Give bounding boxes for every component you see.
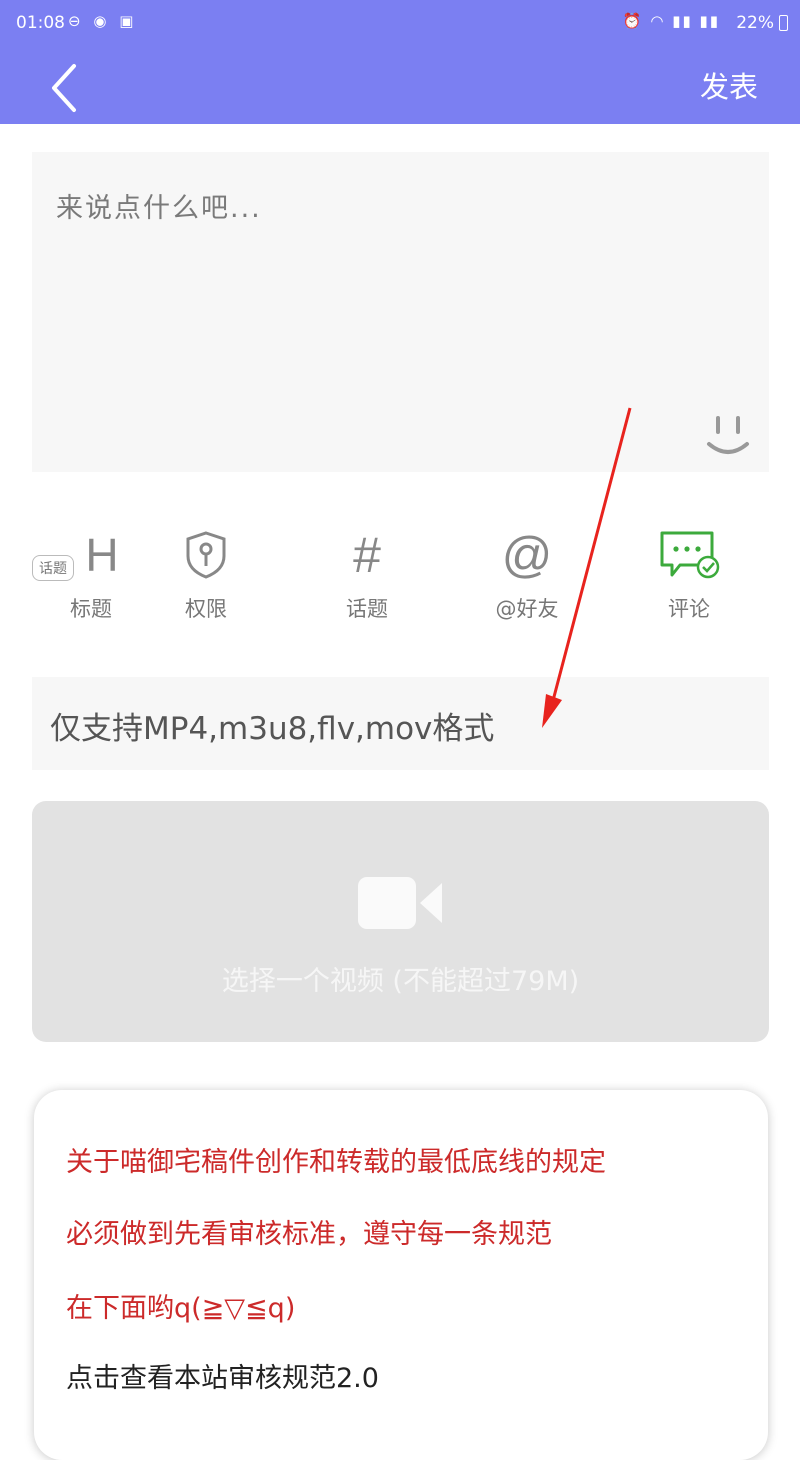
permission-label: 权限 bbox=[185, 597, 227, 621]
permission-button[interactable]: 权限 bbox=[151, 525, 261, 625]
comment-icon bbox=[660, 531, 720, 579]
topic-label: 话题 bbox=[346, 597, 388, 621]
topic-tag-badge: 话题 bbox=[32, 555, 74, 581]
smiley-icon bbox=[707, 416, 749, 454]
battery-icon bbox=[779, 15, 788, 31]
notice-card: 关于喵御宅稿件创作和转载的最低底线的规定 必须做到先看审核标准，遵守每一条规范 … bbox=[34, 1090, 768, 1460]
video-select-label: 选择一个视频 (不能超过79M) bbox=[221, 966, 580, 997]
chevron-left-icon bbox=[52, 64, 76, 112]
notice-line: 关于喵御宅稿件创作和转载的最低底线的规定 bbox=[66, 1147, 606, 1178]
notice-line: 在下面哟q(≧▽≦q) bbox=[66, 1293, 296, 1324]
notification-icons: ⊖ ◉ ▣ bbox=[68, 12, 138, 30]
battery-level: 22% bbox=[736, 13, 774, 33]
back-button[interactable] bbox=[44, 56, 94, 116]
topic-button[interactable]: # 话题 bbox=[312, 525, 422, 625]
video-select-button[interactable]: 选择一个视频 (不能超过79M) bbox=[32, 801, 769, 1042]
status-bar: 01:08 ⊖ ◉ ▣ ⏰ ◠ ▮▮ ▮▮ 22% bbox=[0, 0, 800, 48]
emoji-button[interactable] bbox=[705, 410, 751, 460]
mention-friend-button[interactable]: @ @好友 bbox=[472, 525, 582, 625]
title-label: 标题 bbox=[70, 597, 112, 621]
format-note-text: 仅支持MP4,m3u8,flv,mov格式 bbox=[50, 711, 495, 747]
app-header: 发表 bbox=[0, 48, 800, 124]
compose-toolbar: H 标题 权限 # 话题 @ @好友 评论 bbox=[0, 525, 800, 625]
mention-label: @好友 bbox=[495, 597, 559, 621]
signal-icons: ⏰ ◠ ▮▮ ▮▮ bbox=[622, 12, 720, 30]
notice-line: 必须做到先看审核标准，遵守每一条规范 bbox=[66, 1219, 552, 1250]
format-note-bar: 仅支持MP4,m3u8,flv,mov格式 bbox=[32, 677, 769, 770]
video-camera-icon bbox=[358, 877, 442, 929]
hashtag-icon: # bbox=[353, 527, 381, 583]
status-time: 01:08 bbox=[16, 13, 65, 33]
publish-button[interactable]: 发表 bbox=[700, 64, 758, 106]
comment-label: 评论 bbox=[668, 597, 710, 621]
post-text-input[interactable]: 来说点什么吧... bbox=[32, 152, 769, 472]
comment-setting-button[interactable]: 评论 bbox=[634, 525, 744, 625]
post-placeholder: 来说点什么吧... bbox=[56, 193, 262, 224]
at-icon: @ bbox=[501, 527, 553, 583]
review-rules-link[interactable]: 点击查看本站审核规范2.0 bbox=[66, 1356, 379, 1395]
permission-shield-icon bbox=[186, 531, 226, 579]
